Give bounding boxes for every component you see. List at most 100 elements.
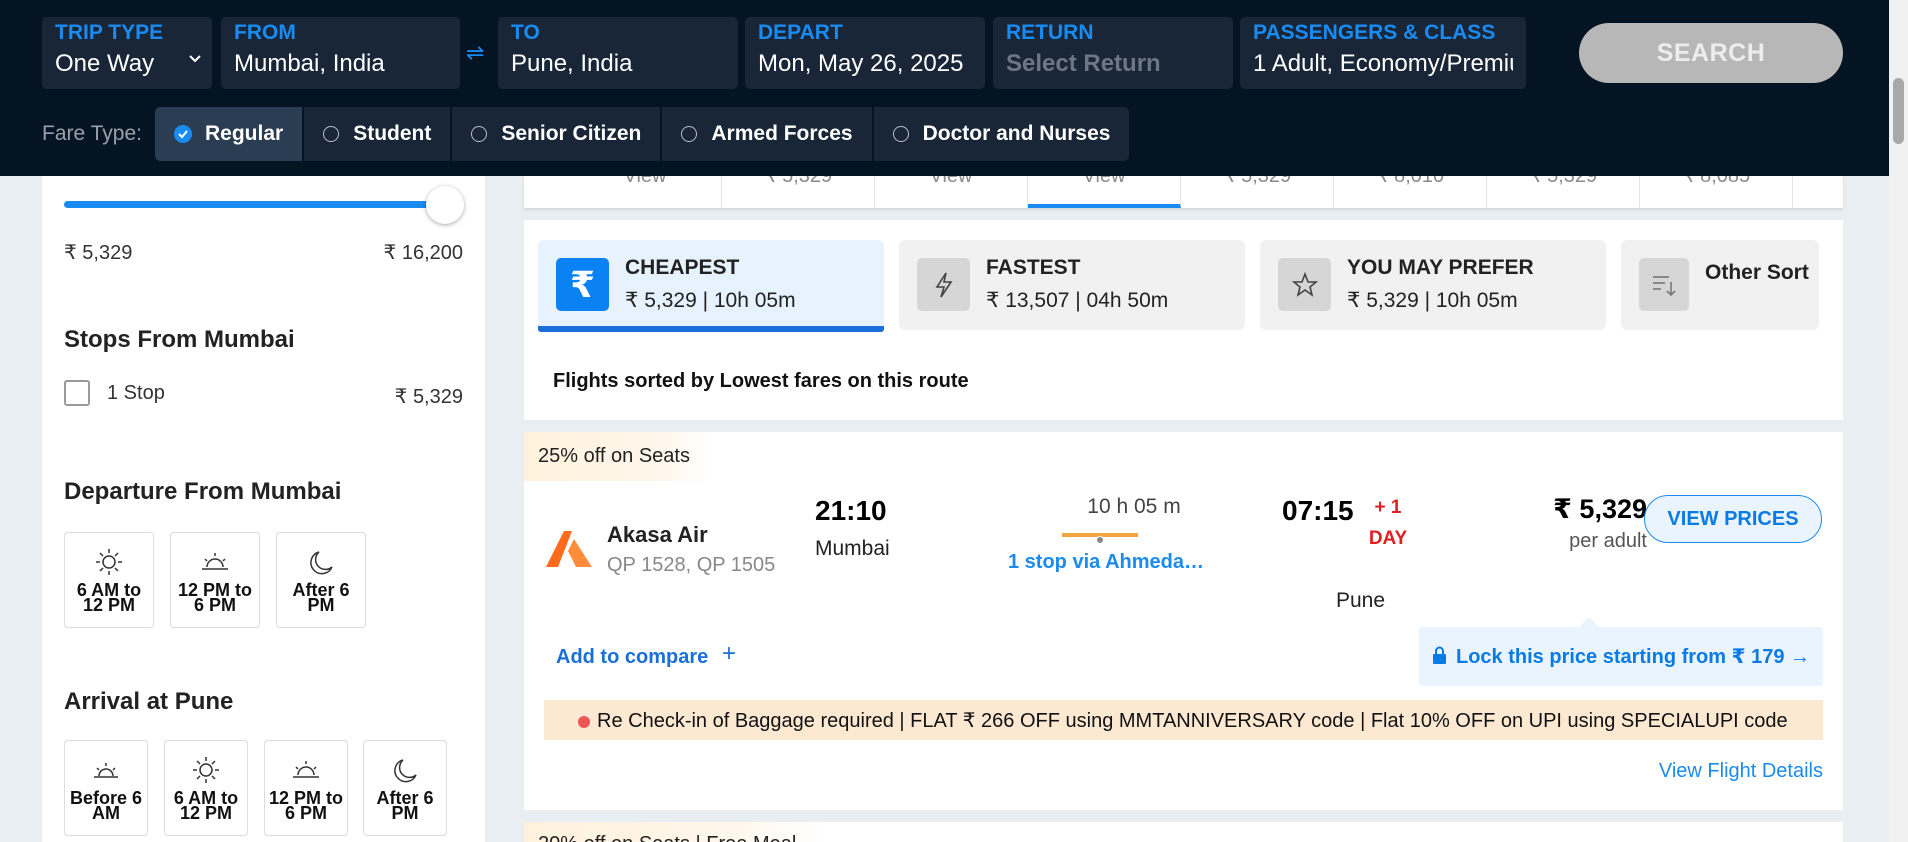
- sort-tab-value: ₹ 5,329 | 10h 05m: [625, 289, 796, 312]
- one-stop-label: 1 Stop: [107, 382, 165, 404]
- plus-icon[interactable]: +: [722, 640, 736, 668]
- lock-price-text: Lock this price starting from ₹ 179 →: [1456, 646, 1811, 668]
- arrival-slot-night[interactable]: After 6 PM: [363, 740, 447, 836]
- sort-icon: [1639, 258, 1689, 311]
- sunset-icon: [293, 761, 319, 778]
- fare-option-label: Armed Forces: [711, 122, 853, 145]
- fare-option-armed-forces[interactable]: Armed Forces: [662, 107, 874, 161]
- fare-option-regular[interactable]: Regular: [155, 107, 305, 161]
- departure-slot-morning[interactable]: 6 AM to 12 PM: [64, 532, 154, 628]
- slot-label: 6 AM to 12 PM: [173, 788, 239, 823]
- arrival-time: 07:15: [1282, 495, 1354, 526]
- sort-tab-title: Other Sort: [1705, 261, 1809, 284]
- moon-icon: [310, 551, 333, 575]
- duration: 10 h 05 m: [1087, 495, 1181, 518]
- lightning-icon: [917, 258, 970, 311]
- flight-card: 25% off on Seats Akasa Air QP 1528, QP 1…: [524, 432, 1843, 810]
- fare-option-label: Doctor and Nurses: [922, 122, 1111, 145]
- one-stop-checkbox[interactable]: [64, 380, 90, 406]
- sun-icon: [96, 549, 122, 575]
- add-to-compare-link[interactable]: Add to compare: [556, 646, 708, 669]
- sort-tab-title: FASTEST: [986, 256, 1081, 279]
- flight-price: ₹ 5,329: [1553, 494, 1647, 524]
- promo-tag: 25% off on Seats: [524, 432, 714, 481]
- trip-type-value: One Way: [55, 50, 155, 77]
- arrival-slot-afternoon[interactable]: 12 PM to 6 PM: [264, 740, 348, 836]
- promo-tag: 20% off on Seats | Free Meal: [524, 822, 824, 842]
- view-flight-details-link[interactable]: View Flight Details: [1659, 760, 1823, 783]
- scrollbar-thumb[interactable]: [1893, 78, 1904, 144]
- date-cell-selected[interactable]: View: [1028, 176, 1181, 208]
- passengers-class-label: PASSENGERS & CLASS: [1253, 21, 1496, 44]
- checkmark-icon: [174, 125, 192, 143]
- active-tab-indicator: [538, 326, 884, 332]
- slot-label: 12 PM to 6 PM: [177, 580, 252, 615]
- slot-label: After 6 PM: [292, 580, 350, 615]
- date-price-strip: View ₹ 5,329 View View ₹ 5,329 ₹ 8,010 ₹…: [524, 176, 1843, 208]
- sort-tab-you-may-prefer[interactable]: YOU MAY PREFER ₹ 5,329 | 10h 05m: [1260, 240, 1606, 330]
- from-field[interactable]: FROM Mumbai, India: [221, 17, 460, 89]
- from-value: Mumbai, India: [234, 50, 385, 77]
- sort-tab-other[interactable]: Other Sort: [1621, 240, 1819, 330]
- date-cell[interactable]: ₹ 5,329: [722, 176, 875, 208]
- flight-numbers: QP 1528, QP 1505: [607, 554, 776, 576]
- sort-tab-value: ₹ 5,329 | 10h 05m: [1347, 289, 1518, 312]
- slot-label: After 6 PM: [376, 788, 434, 823]
- sort-tab-value: ₹ 13,507 | 04h 50m: [986, 289, 1169, 312]
- fare-option-doctor-nurses[interactable]: Doctor and Nurses: [873, 107, 1130, 161]
- filter-panel: ₹ 5,329 ₹ 16,200 Stops From Mumbai 1 Sto…: [42, 176, 485, 842]
- date-cell[interactable]: View: [569, 176, 722, 208]
- passengers-class-field[interactable]: PASSENGERS & CLASS 1 Adult, Economy/Prem…: [1240, 17, 1526, 89]
- stop-info[interactable]: 1 stop via Ahmedabad: [1008, 551, 1208, 574]
- rupee-icon: ₹: [556, 258, 609, 311]
- search-button[interactable]: SEARCH: [1579, 23, 1843, 83]
- date-cell[interactable]: ₹ 5,329: [1487, 176, 1640, 208]
- arrival-city: Pune: [1336, 589, 1386, 612]
- swap-icon[interactable]: ⇌: [466, 40, 484, 66]
- departure-slot-afternoon[interactable]: 12 PM to 6 PM: [170, 532, 260, 628]
- star-icon: [1278, 258, 1331, 311]
- depart-field[interactable]: DEPART Mon, May 26, 2025: [745, 17, 985, 89]
- return-label: RETURN: [1006, 21, 1094, 44]
- slot-label: 12 PM to 6 PM: [268, 788, 343, 823]
- date-cell[interactable]: ₹ 5,329: [1181, 176, 1334, 208]
- trip-type-select[interactable]: TRIP TYPE One Way: [42, 17, 212, 89]
- page-scrollbar[interactable]: [1889, 0, 1908, 842]
- return-field[interactable]: RETURN Select Return: [993, 17, 1233, 89]
- flight-card: 20% off on Seats | Free Meal: [524, 822, 1843, 842]
- fare-option-senior-citizen[interactable]: Senior Citizen: [452, 107, 663, 161]
- departure-city: Mumbai: [815, 537, 890, 560]
- fare-option-label: Senior Citizen: [501, 122, 642, 145]
- departure-slot-night[interactable]: After 6 PM: [276, 532, 366, 628]
- radio-icon: [892, 126, 909, 142]
- slot-label: Before 6 AM: [69, 788, 143, 823]
- sort-tab-cheapest[interactable]: ₹ CHEAPEST ₹ 5,329 | 10h 05m: [538, 240, 884, 332]
- akasa-logo-icon: [546, 531, 592, 567]
- fare-type-options: Regular Student Senior Citizen Armed For…: [155, 107, 1130, 161]
- price-slider-handle[interactable]: [426, 186, 464, 224]
- fare-option-student[interactable]: Student: [304, 107, 453, 161]
- view-prices-button[interactable]: VIEW PRICES: [1644, 495, 1822, 543]
- radio-icon: [471, 126, 488, 142]
- sort-description: Flights sorted by Lowest fares on this r…: [553, 370, 969, 392]
- sort-panel: ₹ CHEAPEST ₹ 5,329 | 10h 05m FASTEST ₹ 1…: [524, 220, 1843, 420]
- price-slider-track[interactable]: [64, 201, 444, 208]
- departure-heading: Departure From Mumbai: [64, 478, 342, 505]
- lock-price-banner[interactable]: Lock this price starting from ₹ 179 →: [1419, 617, 1823, 686]
- passengers-class-value: 1 Adult, Economy/Premium Economy: [1253, 50, 1513, 77]
- fare-type-label: Fare Type:: [42, 122, 142, 145]
- trip-type-label: TRIP TYPE: [55, 21, 164, 44]
- sort-tab-fastest[interactable]: FASTEST ₹ 13,507 | 04h 50m: [899, 240, 1245, 330]
- to-value: Pune, India: [511, 50, 633, 77]
- from-label: FROM: [234, 21, 296, 44]
- info-banner: Re Check-in of Baggage required | FLAT ₹…: [544, 700, 1823, 740]
- date-cell[interactable]: ₹ 8,085: [1640, 176, 1793, 208]
- sort-tab-title: YOU MAY PREFER: [1347, 256, 1534, 279]
- to-field[interactable]: TO Pune, India: [498, 17, 738, 89]
- date-cell[interactable]: ₹ 8,010: [1334, 176, 1487, 208]
- radio-icon: [681, 126, 698, 142]
- arrival-slot-morning[interactable]: 6 AM to 12 PM: [164, 740, 248, 836]
- date-cell[interactable]: View: [875, 176, 1028, 208]
- lock-icon: [1433, 646, 1446, 664]
- arrival-slot-early[interactable]: Before 6 AM: [64, 740, 148, 836]
